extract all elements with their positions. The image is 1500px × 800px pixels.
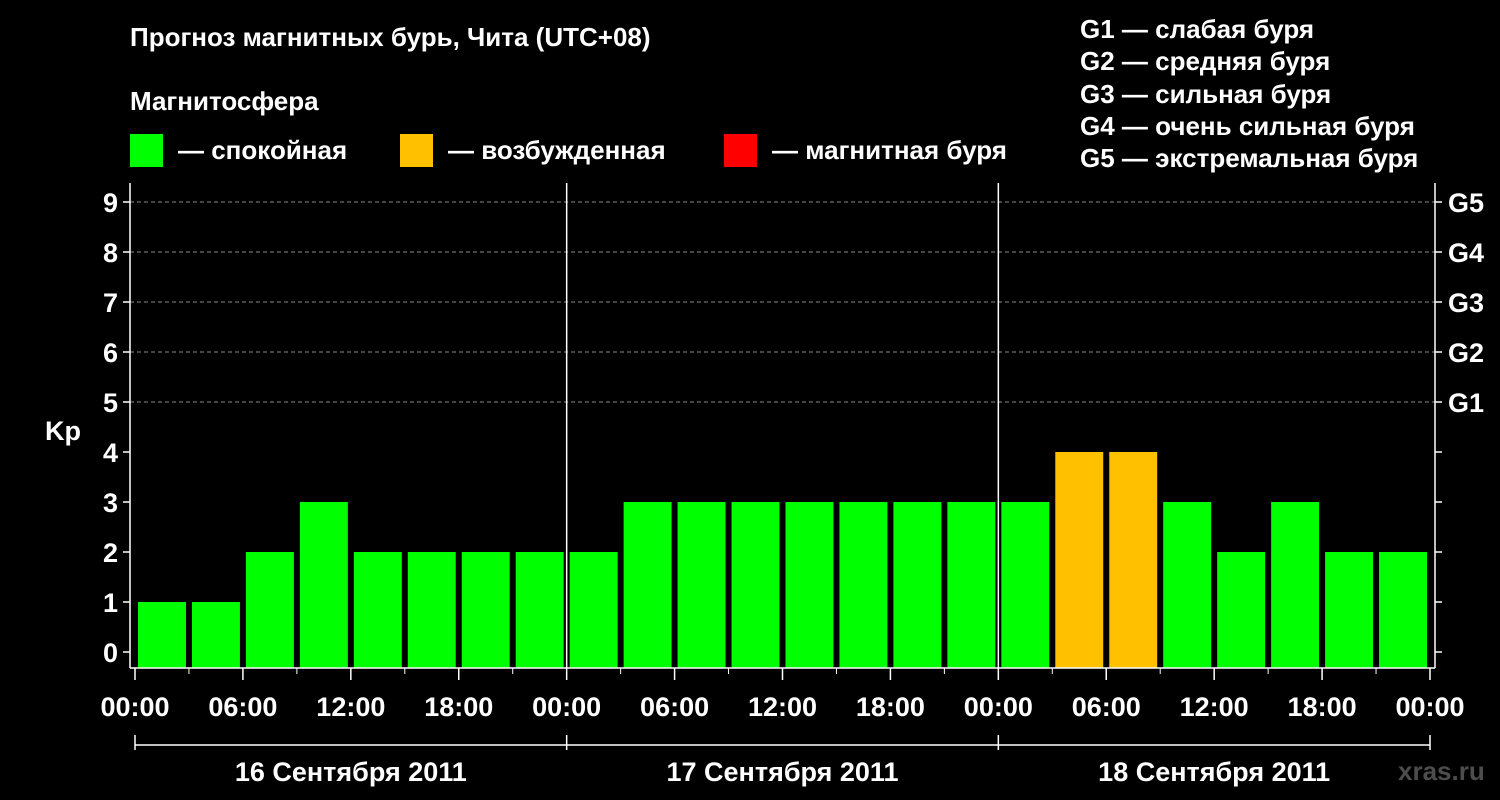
kp-bar	[677, 502, 726, 668]
kp-bar	[461, 552, 510, 668]
g-level-label: G3	[1448, 288, 1484, 318]
kp-bar	[191, 602, 240, 668]
x-tick-label: 18:00	[424, 692, 493, 722]
kp-bar	[515, 552, 564, 668]
x-tick-label: 06:00	[208, 692, 277, 722]
kp-bar	[1325, 552, 1374, 668]
day-label: 17 Сентября 2011	[667, 757, 899, 787]
kp-bar	[839, 502, 888, 668]
kp-bar	[1055, 452, 1104, 668]
y-tick-label: 2	[103, 538, 118, 568]
y-tick-label: 5	[103, 388, 118, 418]
g-level-label: G4	[1448, 238, 1484, 268]
x-tick-label: 06:00	[1072, 692, 1141, 722]
kp-bar	[299, 502, 348, 668]
kp-bar	[1217, 552, 1266, 668]
y-tick-label: 4	[103, 438, 118, 468]
x-tick-label: 00:00	[1395, 692, 1464, 722]
kp-bar	[947, 502, 996, 668]
day-label: 16 Сентября 2011	[235, 757, 467, 787]
y-tick-label: 6	[103, 338, 118, 368]
kp-bar	[731, 502, 780, 668]
x-tick-label: 00:00	[100, 692, 169, 722]
g-level-label: G5	[1448, 188, 1484, 218]
kp-bar	[1001, 502, 1050, 668]
x-tick-label: 12:00	[1180, 692, 1249, 722]
y-tick-label: 8	[103, 238, 118, 268]
x-tick-label: 18:00	[1288, 692, 1357, 722]
kp-bar	[569, 552, 618, 668]
y-tick-label: 7	[103, 288, 118, 318]
day-label: 18 Сентября 2011	[1098, 757, 1330, 787]
kp-bar	[1379, 552, 1427, 668]
kp-bar	[138, 602, 186, 668]
x-tick-label: 12:00	[316, 692, 385, 722]
x-tick-label: 00:00	[964, 692, 1033, 722]
kp-bar	[353, 552, 402, 668]
watermark: xras.ru	[1398, 756, 1485, 786]
x-tick-label: 12:00	[748, 692, 817, 722]
kp-bar	[785, 502, 834, 668]
y-tick-label: 1	[103, 588, 118, 618]
g-level-label: G2	[1448, 338, 1484, 368]
x-tick-label: 06:00	[640, 692, 709, 722]
y-tick-label: 9	[103, 188, 118, 218]
kp-bar	[1163, 502, 1212, 668]
kp-bar	[245, 552, 294, 668]
y-tick-label: 3	[103, 488, 118, 518]
kp-bar	[893, 502, 942, 668]
y-tick-label: 0	[103, 638, 118, 668]
kp-bar	[1109, 452, 1158, 668]
x-tick-label: 00:00	[532, 692, 601, 722]
x-tick-label: 18:00	[856, 692, 925, 722]
y-axis-label: Kp	[45, 416, 81, 446]
kp-bar-chart: 0 1 2 3 4 5 6 7 8 9 G1 G2 G3 G4 G5 Kp 00:00 06:00 12:00 18:…	[45, 183, 1484, 787]
kp-bar	[407, 552, 456, 668]
g-level-label: G1	[1448, 388, 1484, 418]
kp-bar	[1271, 502, 1320, 668]
kp-bar	[623, 502, 672, 668]
